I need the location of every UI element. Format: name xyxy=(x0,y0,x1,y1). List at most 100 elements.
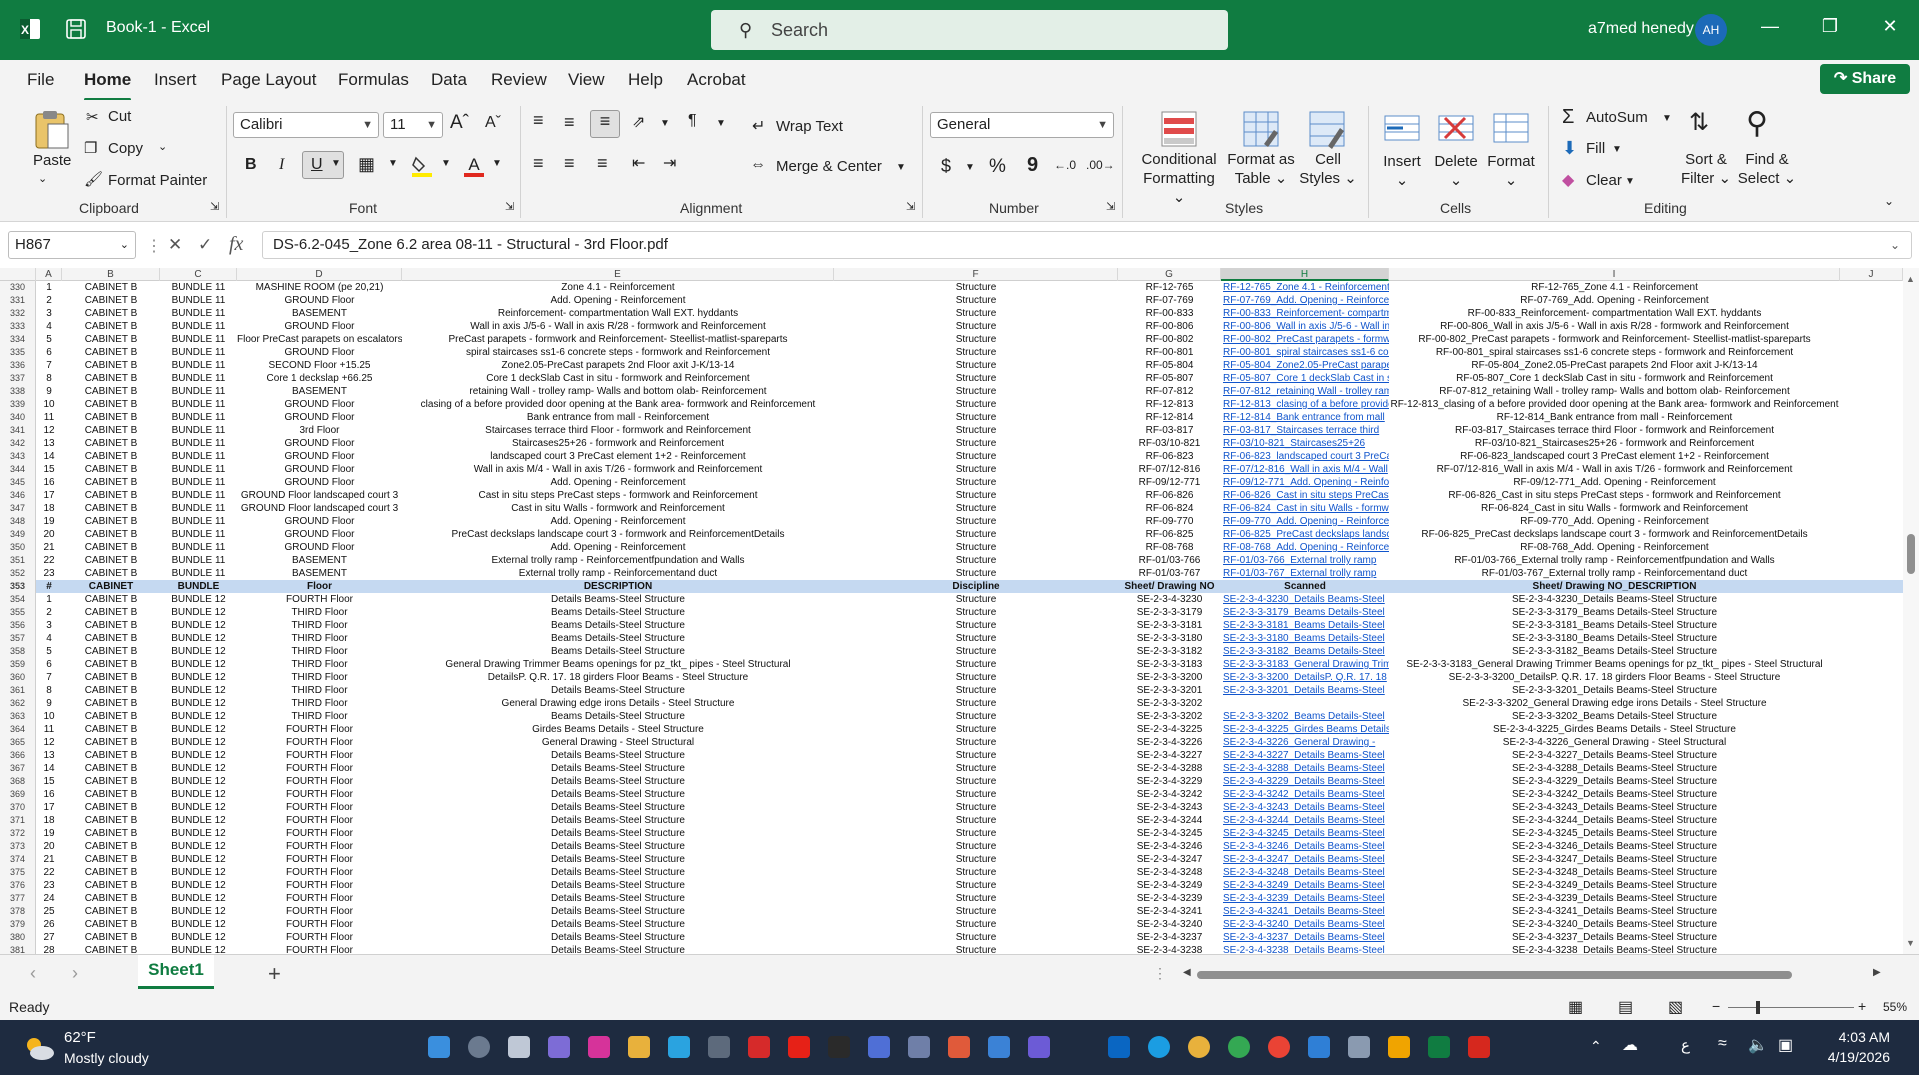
cell-a[interactable]: 12 xyxy=(36,424,62,437)
cell-a[interactable]: 18 xyxy=(36,502,62,515)
cell-h[interactable]: SE-2-3-3-3183_General Drawing Trimmer xyxy=(1221,658,1389,671)
cell-f[interactable]: Structure xyxy=(834,788,1118,801)
cell-e[interactable]: Wall in axis J/5-6 - Wall in axis R/28 -… xyxy=(402,320,834,333)
cell-b[interactable]: CABINET B xyxy=(62,801,160,814)
chevron-down-icon[interactable]: ▼ xyxy=(441,158,451,169)
cell-a[interactable]: 5 xyxy=(36,645,62,658)
cell-f[interactable]: Structure xyxy=(834,502,1118,515)
cell-d[interactable]: GROUND Floor xyxy=(237,346,402,359)
cell-c[interactable]: BUNDLE 12 xyxy=(160,749,237,762)
cell-h[interactable]: SE-2-3-3-3200_DetailsP. Q.R. 17. 18 xyxy=(1221,671,1389,684)
cell-h[interactable]: RF-01/03-767_External trolly ramp xyxy=(1221,567,1389,580)
cell-e[interactable]: Details Beams-Steel Structure xyxy=(402,827,834,840)
row-number[interactable]: 332 xyxy=(0,307,36,320)
cell-i[interactable]: RF-00-801_spiral staircases ss1-6 concre… xyxy=(1389,346,1840,359)
cell-f[interactable]: Structure xyxy=(834,333,1118,346)
align-center-icon[interactable]: ≡ xyxy=(564,153,575,174)
cell-i[interactable]: SE-2-3-4-3245_Details Beams-Steel Struct… xyxy=(1389,827,1840,840)
cell-h[interactable]: SE-2-3-3-3181_Beams Details-Steel xyxy=(1221,619,1389,632)
cell-b[interactable]: CABINET B xyxy=(62,567,160,580)
find-select-icon[interactable]: ⚲ xyxy=(1746,106,1768,141)
cell-i[interactable]: SE-2-3-3-3180_Beams Details-Steel Struct… xyxy=(1389,632,1840,645)
cell-b[interactable]: CABINET B xyxy=(62,450,160,463)
cell-e[interactable]: Beams Details-Steel Structure xyxy=(402,645,834,658)
cut-button[interactable]: Cut xyxy=(108,108,131,125)
cell-h[interactable]: RF-12-813_clasing of a before provided xyxy=(1221,398,1389,411)
row-number[interactable]: 351 xyxy=(0,554,36,567)
cell-h[interactable]: SE-2-3-4-3247_Details Beams-Steel xyxy=(1221,853,1389,866)
format-as-table-button[interactable]: Format as Table ⌄ xyxy=(1223,150,1299,188)
borders-icon[interactable]: ▦ xyxy=(358,154,375,175)
cell-d[interactable]: GROUND Floor xyxy=(237,515,402,528)
cell-b[interactable]: CABINET B xyxy=(62,697,160,710)
clock-time[interactable]: 4:03 AM xyxy=(1810,1029,1890,1045)
increase-font-icon[interactable]: Aˆ xyxy=(450,112,469,134)
cell-e[interactable]: Cast in situ Walls - formwork and Reinfo… xyxy=(402,502,834,515)
bold-button[interactable]: B xyxy=(245,156,257,174)
expand-formula-icon[interactable]: ⌄ xyxy=(1890,238,1900,252)
cell-a[interactable]: 14 xyxy=(36,762,62,775)
search-input[interactable]: ⚲ Search xyxy=(711,10,1228,50)
cell-b[interactable]: CABINET B xyxy=(62,723,160,736)
row-number[interactable]: 379 xyxy=(0,918,36,931)
cell-b[interactable]: CABINET B xyxy=(62,671,160,684)
row-number[interactable]: 368 xyxy=(0,775,36,788)
cell-c[interactable]: BUNDLE 11 xyxy=(160,359,237,372)
cell-a[interactable]: 21 xyxy=(36,541,62,554)
cell-g[interactable]: RF-07/12-816 xyxy=(1118,463,1221,476)
cell-g[interactable]: SE-2-3-4-3248 xyxy=(1118,866,1221,879)
cell-a[interactable]: 12 xyxy=(36,736,62,749)
cell-f[interactable]: Structure xyxy=(834,840,1118,853)
cell-i[interactable]: RF-06-824_Cast in situ Walls - formwork … xyxy=(1389,502,1840,515)
cell-b[interactable]: CABINET B xyxy=(62,437,160,450)
cell-f[interactable]: Structure xyxy=(834,892,1118,905)
merge-center-button[interactable]: Merge & Center xyxy=(776,158,882,175)
cut-icon[interactable]: ✂ xyxy=(86,108,99,126)
cell-c[interactable]: BUNDLE 12 xyxy=(160,658,237,671)
scroll-up-icon[interactable]: ▲ xyxy=(1906,274,1915,284)
cell-c[interactable]: BUNDLE 11 xyxy=(160,489,237,502)
cell-h[interactable]: SE-2-3-4-3288_Details Beams-Steel xyxy=(1221,762,1389,775)
app-icon[interactable] xyxy=(828,1036,850,1058)
cell-i[interactable]: RF-00-806_Wall in axis J/5-6 - Wall in a… xyxy=(1389,320,1840,333)
alignment-launcher-icon[interactable]: ⇲ xyxy=(906,200,915,213)
cell-e[interactable]: Details Beams-Steel Structure xyxy=(402,801,834,814)
cell-b[interactable]: CABINET B xyxy=(62,281,160,294)
cell-a[interactable]: 3 xyxy=(36,619,62,632)
cell-f[interactable]: Structure xyxy=(834,879,1118,892)
cell-c[interactable]: BUNDLE xyxy=(160,580,237,593)
cell-h[interactable]: SE-2-3-3-3201_Details Beams-Steel xyxy=(1221,684,1389,697)
paste-icon[interactable] xyxy=(30,108,74,152)
increase-decimal-icon[interactable]: ←.0 xyxy=(1054,158,1076,172)
cell-f[interactable]: Structure xyxy=(834,515,1118,528)
cell-g[interactable]: SE-2-3-4-3242 xyxy=(1118,788,1221,801)
cell-h[interactable]: SE-2-3-4-3227_Details Beams-Steel xyxy=(1221,749,1389,762)
cell-e[interactable]: Beams Details-Steel Structure xyxy=(402,710,834,723)
row-number[interactable]: 348 xyxy=(0,515,36,528)
cell-c[interactable]: BUNDLE 12 xyxy=(160,827,237,840)
underline-button[interactable]: U ▼ xyxy=(302,151,344,179)
cell-i[interactable]: SE-2-3-4-3241_Details Beams-Steel Struct… xyxy=(1389,905,1840,918)
cell-d[interactable]: FOURTH Floor xyxy=(237,905,402,918)
cell-h[interactable]: SE-2-3-4-3241_Details Beams-Steel xyxy=(1221,905,1389,918)
cell-h[interactable]: SE-2-3-3-3202_Beams Details-Steel xyxy=(1221,710,1389,723)
cell-f[interactable]: Structure xyxy=(834,710,1118,723)
cell-e[interactable]: Cast in situ steps PreCast steps - formw… xyxy=(402,489,834,502)
cell-h[interactable]: RF-06-824_Cast in situ Walls - formwork xyxy=(1221,502,1389,515)
cell-c[interactable]: BUNDLE 11 xyxy=(160,476,237,489)
tab-file[interactable]: File xyxy=(27,70,54,90)
cell-d[interactable]: THIRD Floor xyxy=(237,606,402,619)
cell-a[interactable]: 22 xyxy=(36,866,62,879)
cell-a[interactable]: 20 xyxy=(36,528,62,541)
cell-e[interactable]: General Drawing - Steel Structural xyxy=(402,736,834,749)
cell-c[interactable]: BUNDLE 12 xyxy=(160,606,237,619)
cell-e[interactable]: Add. Opening - Reinforcement xyxy=(402,541,834,554)
cell-e[interactable]: Zone2.05-PreCast parapets 2nd Floor axit… xyxy=(402,359,834,372)
cell-d[interactable]: GROUND Floor xyxy=(237,411,402,424)
copy-icon[interactable]: ❐ xyxy=(84,139,97,157)
chevron-down-icon[interactable]: ▼ xyxy=(1625,176,1635,187)
cell-a[interactable]: 24 xyxy=(36,892,62,905)
delete-cells-icon[interactable] xyxy=(1437,110,1475,146)
format-as-table-icon[interactable] xyxy=(1242,110,1280,150)
italic-button[interactable]: I xyxy=(279,156,284,174)
